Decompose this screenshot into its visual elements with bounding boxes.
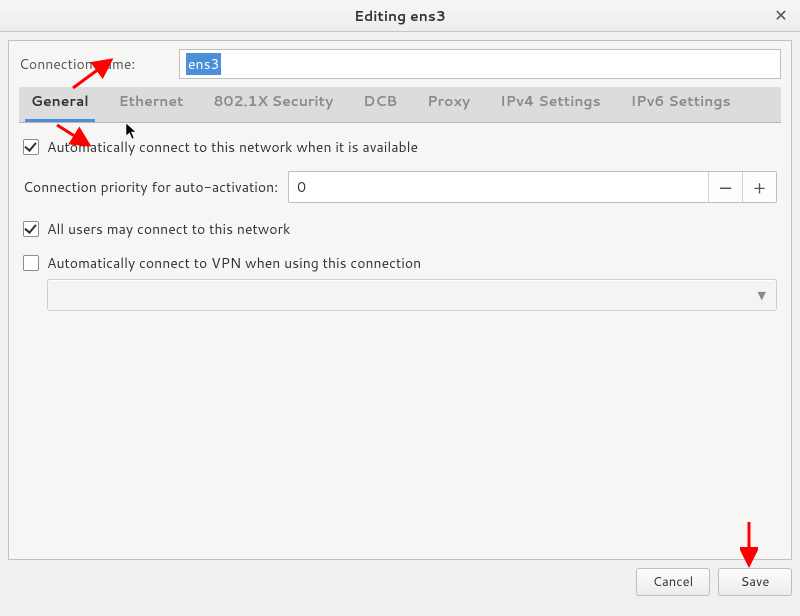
priority-spinbox[interactable]: 0 − + [288,171,777,203]
dialog-buttons: Cancel Save [636,568,792,596]
tab-general[interactable]: General [25,82,95,122]
close-icon[interactable]: ✕ [772,6,790,24]
tab-bar: GeneralEthernet802.1X SecurityDCBProxyIP… [19,87,781,123]
save-button[interactable]: Save [718,568,792,596]
window-title: Editing ens3 [354,6,446,26]
tab-proxy[interactable]: Proxy [421,82,476,122]
auto-vpn-label: Automatically connect to VPN when using … [47,253,421,273]
connection-name-input[interactable]: ens3 [179,49,781,79]
auto-connect-checkbox[interactable] [23,139,39,155]
titlebar: Editing ens3 ✕ [0,0,800,32]
vpn-combobox[interactable]: ▼ [47,279,777,311]
priority-increment-button[interactable]: + [742,172,776,202]
all-users-label: All users may connect to this network [47,219,290,239]
cancel-button[interactable]: Cancel [636,568,710,596]
chevron-down-icon: ▼ [758,287,766,303]
tab-body-general: Automatically connect to this network wh… [19,123,781,315]
main-panel: Connection name: ens3 GeneralEthernet802… [8,40,792,560]
priority-value[interactable]: 0 [289,172,708,202]
tab-ipv6[interactable]: IPv6 Settings [625,82,737,122]
tab-8021x[interactable]: 802.1X Security [207,82,339,122]
tab-ipv4[interactable]: IPv4 Settings [494,82,606,122]
connection-name-label: Connection name: [19,54,179,74]
tab-ethernet[interactable]: Ethernet [113,82,190,122]
all-users-checkbox[interactable] [23,221,39,237]
auto-connect-label: Automatically connect to this network wh… [47,137,418,157]
connection-name-value: ens3 [186,53,221,75]
tab-dcb[interactable]: DCB [357,82,403,122]
cursor-icon [125,122,139,146]
priority-decrement-button[interactable]: − [708,172,742,202]
priority-label: Connection priority for auto-activation: [23,177,278,197]
auto-vpn-checkbox[interactable] [23,255,39,271]
